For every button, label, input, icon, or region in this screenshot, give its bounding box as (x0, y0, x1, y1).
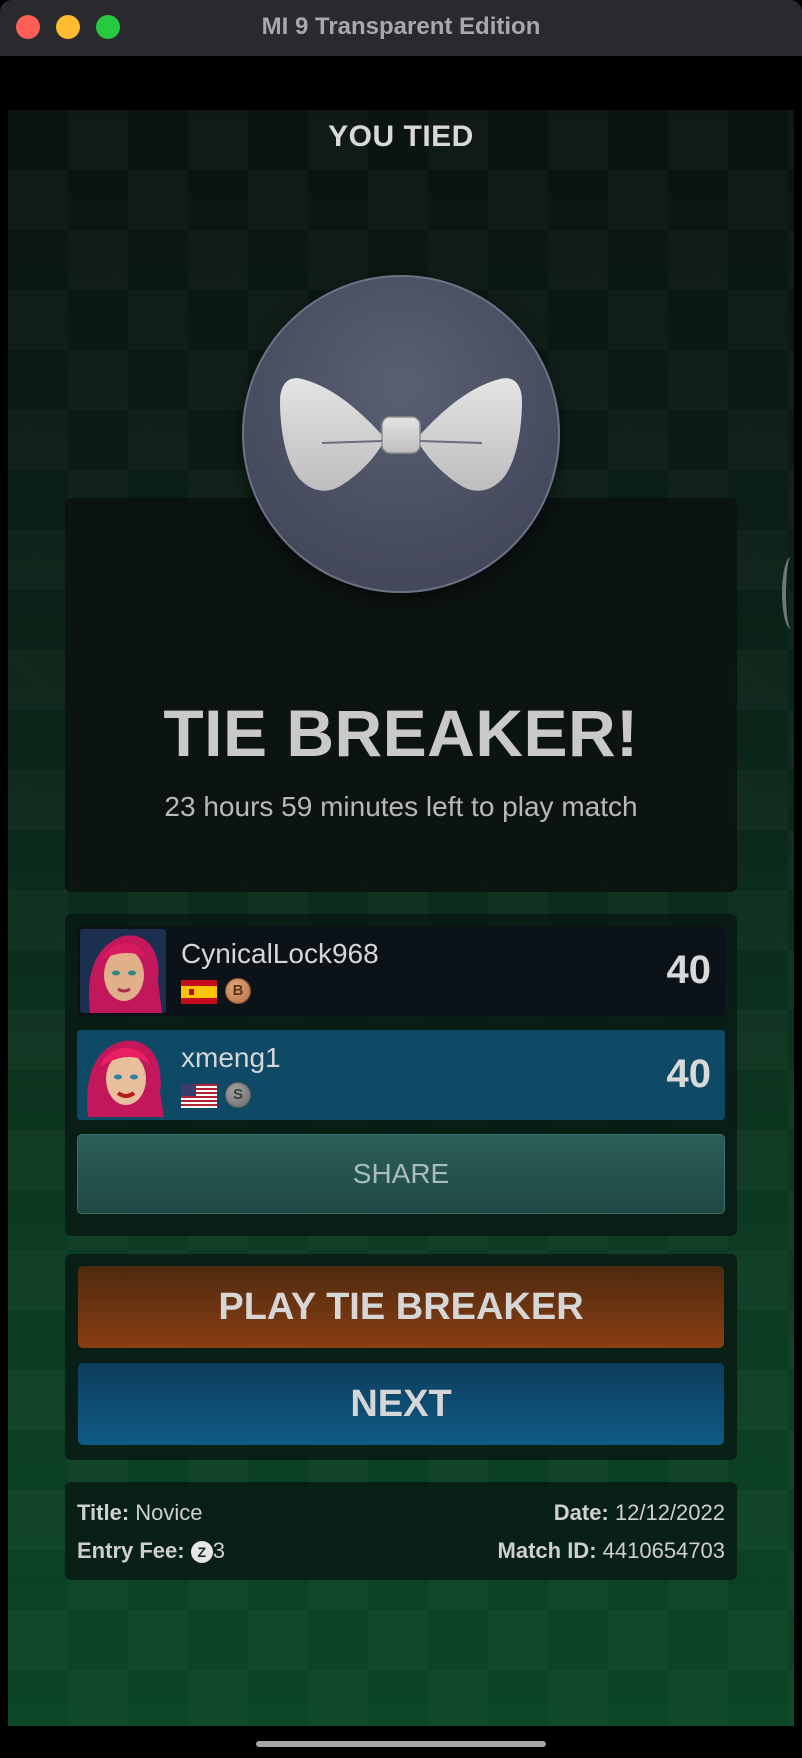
window-titlebar: MI 9 Transparent Edition (0, 0, 802, 56)
player-score: 40 (666, 1052, 712, 1096)
bow-tie-medal (242, 275, 560, 593)
avatar (80, 929, 166, 1013)
player-score: 40 (666, 948, 712, 992)
match-date: Date: 12/12/2022 (554, 1500, 725, 1526)
play-tie-breaker-button[interactable]: PLAY TIE BREAKER (78, 1266, 724, 1348)
entry-fee-label: Entry Fee: (77, 1538, 185, 1563)
match-id-value: 4410654703 (602, 1538, 725, 1563)
spain-flag-icon (181, 980, 217, 1004)
result-header: YOU TIED (328, 120, 474, 153)
time-left-text: 23 hours 59 minutes left to play match (164, 791, 638, 822)
entry-fee-value: 3 (212, 1538, 225, 1563)
match-title: Title: Novice (77, 1500, 203, 1526)
player-name: xmeng1 (181, 1042, 281, 1073)
window-title: MI 9 Transparent Edition (261, 13, 541, 40)
silver-rank-badge-icon: S (225, 1082, 251, 1108)
player-row-opponent[interactable]: CynicalLock968 B 40 (77, 926, 725, 1016)
match-id: Match ID: 4410654703 (498, 1538, 725, 1564)
player-name: CynicalLock968 (181, 938, 379, 969)
edge-swipe-handle[interactable] (782, 557, 794, 629)
match-id-label: Match ID: (497, 1538, 597, 1563)
share-button[interactable]: SHARE (77, 1134, 725, 1214)
game-screen: YOU TIED TIE BREAKER! 23 hours 59 minute… (8, 110, 794, 1726)
title-label: Title: (77, 1500, 130, 1525)
player-row-self[interactable]: xmeng1 S 40 (77, 1030, 725, 1120)
bronze-rank-badge-icon: B (225, 978, 251, 1004)
avatar (80, 1033, 166, 1117)
z-coin-icon: Z (190, 1541, 213, 1564)
usa-flag-icon (181, 1084, 217, 1108)
entry-fee: Entry Fee: Z3 (77, 1538, 225, 1564)
players-panel: CynicalLock968 B 40 xmeng1 S 40 SHARE (65, 914, 737, 1236)
date-value: 12/12/2022 (614, 1500, 725, 1525)
home-indicator[interactable] (256, 1741, 546, 1747)
match-info-panel: Title: Novice Entry Fee: Z3 Date: 12/12/… (65, 1482, 737, 1580)
date-label: Date: (553, 1500, 609, 1525)
actions-panel: PLAY TIE BREAKER NEXT (65, 1254, 737, 1460)
title-value: Novice (135, 1500, 203, 1525)
tie-breaker-title: TIE BREAKER! (163, 696, 639, 770)
bow-tie-icon (280, 378, 522, 491)
next-button[interactable]: NEXT (78, 1363, 724, 1445)
